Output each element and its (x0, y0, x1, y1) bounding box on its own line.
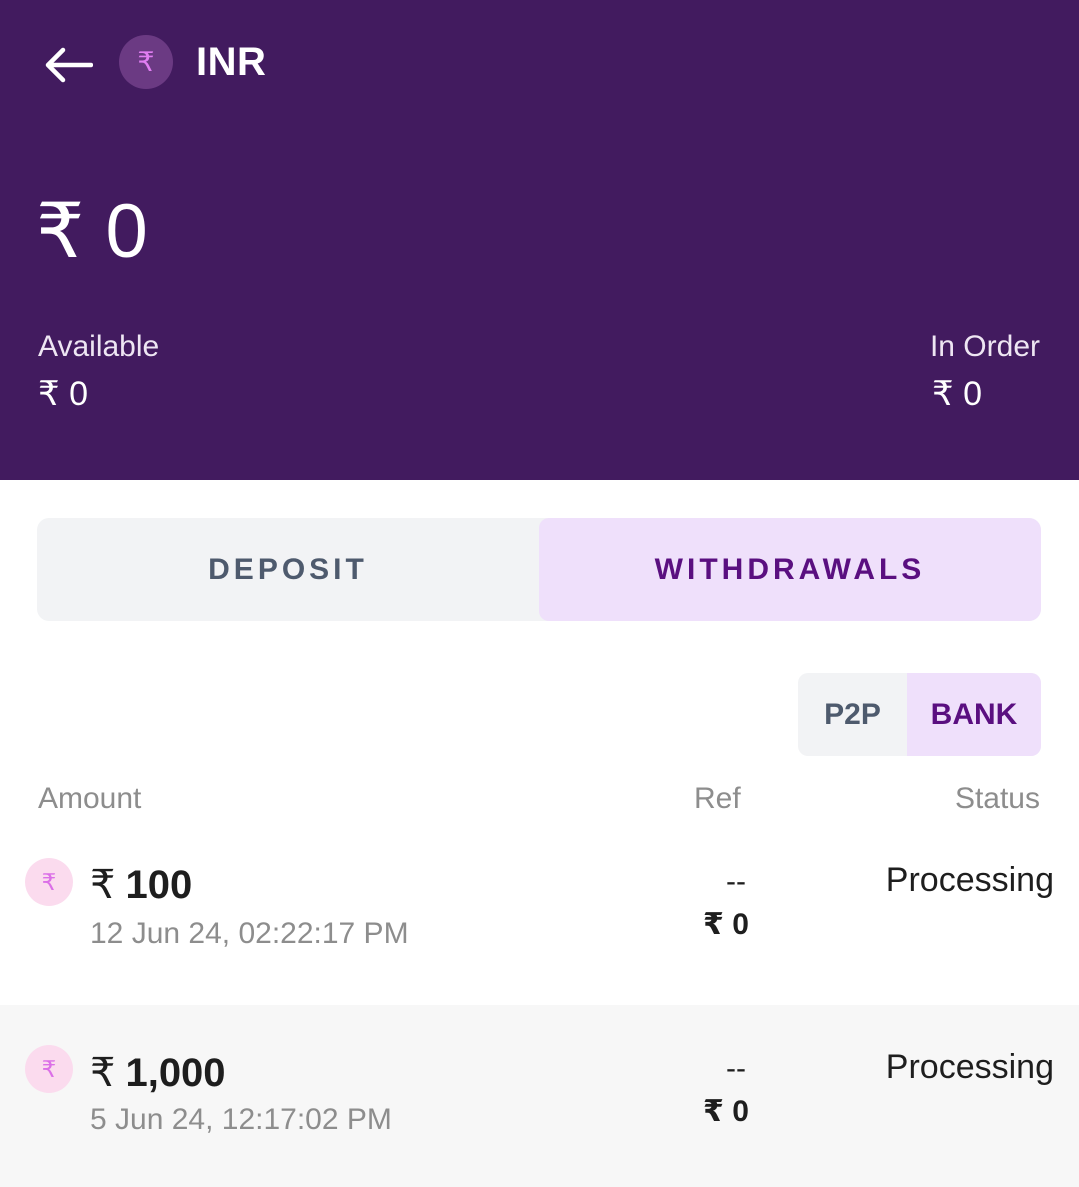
ref-amount: ₹ 0 (703, 1095, 749, 1128)
channel-toggle: P2P BANK (798, 673, 1041, 756)
arrow-left-icon (45, 47, 93, 83)
in-order-value: ₹ 0 (932, 375, 982, 413)
rupee-coin-icon: ₹ (25, 1045, 73, 1093)
subtab-bank[interactable]: BANK (907, 673, 1041, 756)
status-text: Processing (885, 1048, 1054, 1086)
currency-symbol: ₹ (90, 863, 116, 907)
tab-deposit[interactable]: DEPOSIT (37, 518, 539, 621)
amount-value: 100 (125, 863, 193, 907)
withdrawal-date: 12 Jun 24, 02:22:17 PM (90, 917, 409, 950)
available-value: ₹ 0 (38, 375, 88, 413)
ref-amount: ₹ 0 (703, 908, 749, 941)
table-row[interactable]: ₹ ₹100 12 Jun 24, 02:22:17 PM -- ₹ 0 Pro… (0, 817, 1079, 1005)
currency-code-title: INR (196, 40, 267, 84)
column-header-amount: Amount (38, 782, 142, 815)
status-text: Processing (885, 861, 1054, 899)
column-header-status: Status (954, 782, 1040, 815)
subtab-p2p[interactable]: P2P (798, 673, 907, 756)
table-row[interactable]: ₹ ₹1,000 5 Jun 24, 12:17:02 PM -- ₹ 0 Pr… (0, 1005, 1079, 1187)
total-balance: ₹ 0 (36, 189, 148, 274)
amount-value: 1,000 (125, 1051, 226, 1095)
in-order-label: In Order (929, 330, 1040, 363)
wallet-header: ₹ INR ₹ 0 Available ₹ 0 In Order ₹ 0 (0, 0, 1079, 480)
ref-id: -- (726, 1052, 746, 1085)
withdrawal-amount: ₹1,000 (90, 1050, 226, 1096)
withdrawal-date: 5 Jun 24, 12:17:02 PM (90, 1103, 392, 1136)
available-label: Available (38, 330, 160, 363)
rupee-coin-icon: ₹ (119, 35, 173, 89)
column-header-ref: Ref (694, 782, 741, 815)
transaction-type-tabs: DEPOSIT WITHDRAWALS (37, 518, 1041, 621)
rupee-coin-icon: ₹ (25, 858, 73, 906)
back-button[interactable] (40, 40, 96, 90)
currency-symbol: ₹ (90, 1051, 116, 1095)
tab-withdrawals[interactable]: WITHDRAWALS (539, 518, 1041, 621)
withdrawal-amount: ₹100 (90, 862, 192, 908)
ref-id: -- (726, 865, 746, 898)
